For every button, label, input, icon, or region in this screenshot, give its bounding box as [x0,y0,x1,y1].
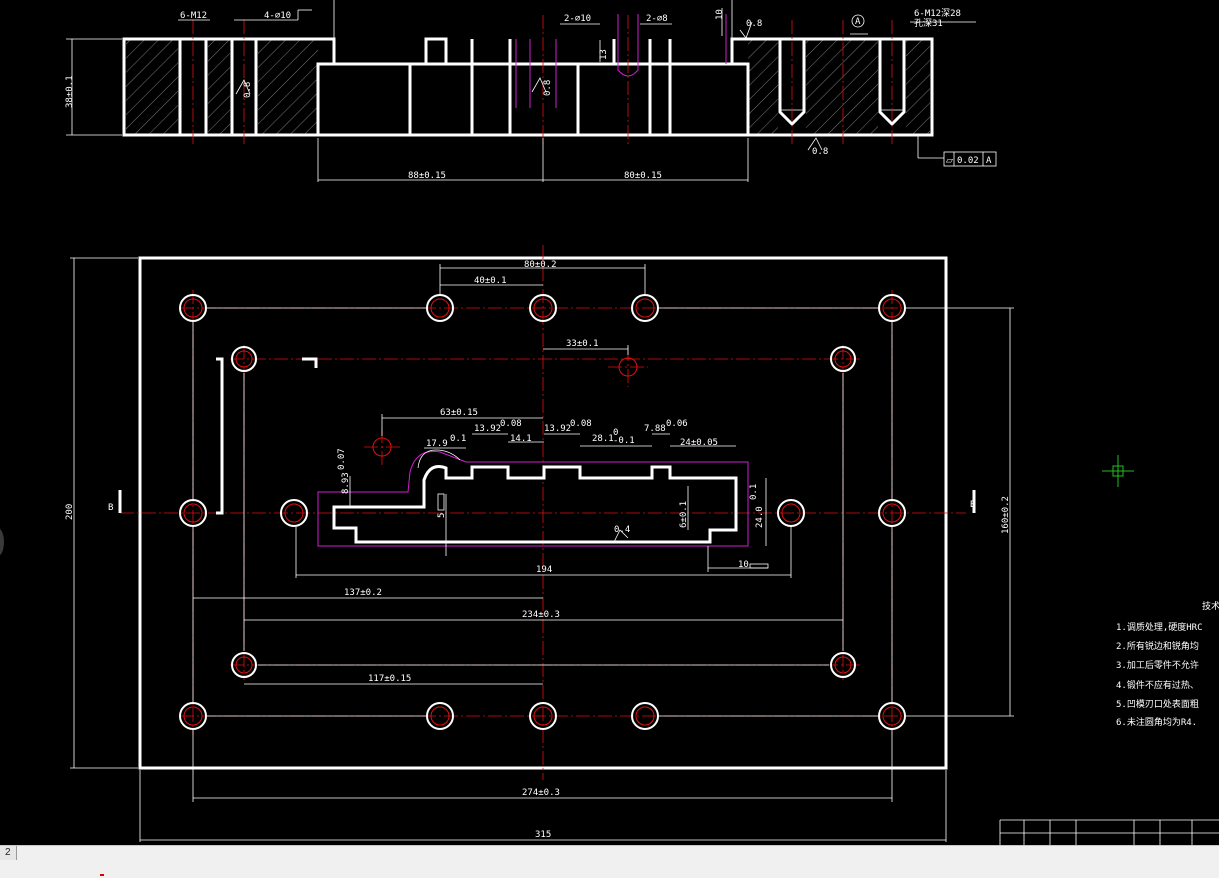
plan-view: 80±0.2 40±0.1 33±0.1 63±0.15 17.9 0.1 13… [65,245,1014,842]
dim-text: 24.0 [755,506,765,528]
hatch-region [806,39,878,135]
note-item: 2.所有锐边和锐角均 [1116,640,1199,652]
construction-line [515,39,557,108]
notes-title: 技术 [1202,600,1219,612]
note-item: 1.调质处理,硬度HRC [1116,621,1203,633]
dim-text: 13.92 [544,424,571,434]
dim-tol: -0.1 [613,436,635,446]
dim-text: 17.9 [426,439,448,449]
plan-centerlines [120,245,966,780]
dim-text: 88±0.15 [408,171,446,181]
note-text: 孔深31 [914,18,943,29]
note-text: 6-M12深28 [914,8,961,19]
dim-text: 28.1 [592,434,614,444]
dim-text: 10 [715,9,725,20]
roughness-text: 0.8 [746,19,762,29]
hatch-region [126,39,178,135]
dim-text: 2-⌀10 [564,14,591,24]
dim-tol: 0.07 [337,448,347,470]
note-item: 4.锻件不应有过热、 [1116,679,1199,691]
dim-text: 40±0.1 [474,276,507,286]
hole-grid [179,294,906,730]
dim-text: 5 [437,513,447,518]
hatch-region [748,39,778,135]
cavity-outline [316,62,750,135]
dim-text: 80±0.2 [524,260,557,270]
dim-tol: 0.1 [450,434,466,444]
dim-text: 160±0.2 [1001,496,1011,534]
technical-notes: 技术 1.调质处理,硬度HRC 2.所有锐边和锐角均 3.加工后零件不允许 4.… [1116,600,1219,728]
dim-text: 33±0.1 [566,339,599,349]
hatch-region [258,39,318,135]
status-indicator [100,874,104,876]
dim-text: 194 [536,565,552,575]
note-item: 6.未注圆角均为R4. [1116,716,1197,728]
dim-text: 274±0.3 [522,788,560,798]
dim-text: 63±0.15 [440,408,478,418]
svg-text:A: A [986,156,992,166]
dim-text: 7.88 [644,424,666,434]
dim-text: 2-⌀8 [646,14,668,24]
section-label: B [970,500,975,510]
dim-text: 315 [535,830,551,840]
dim-text: 38±0.1 [65,75,75,108]
roughness-text: 0.4 [614,525,630,535]
svg-text:0.02: 0.02 [957,156,979,166]
flatness-frame: ⏥ 0.02 A [943,151,997,167]
cad-drawing-canvas[interactable]: 6-M12 4-⌀10 2-⌀10 2-⌀8 10 13 0.8 0.8 0.8… [0,0,1219,845]
hatch-region [906,39,930,135]
section-mark [118,490,976,513]
dim-text: 10 [738,560,749,570]
section-mark [302,357,318,368]
dim-text: 137±0.2 [344,588,382,598]
roughness-text: 0.8 [812,147,828,157]
section-mark [216,357,224,515]
dim-text: 117±0.15 [368,674,411,684]
cavity-offset-line [317,450,749,547]
die-cavity-outline [332,465,738,544]
section-label: B [108,503,113,513]
bolt-hole [280,499,308,527]
roughness-text: 0.8 [543,80,553,96]
dim-tol: 0.08 [570,419,592,429]
dim-text: 13.92 [474,424,501,434]
dim-text: 80±0.15 [624,171,662,181]
roughness-text: 0.8 [243,82,253,98]
dim-tol: 0.06 [666,419,688,429]
dim-tol: 0.08 [500,419,522,429]
dim-text: 13 [599,49,609,60]
dim-text: 6±0.1 [679,501,689,528]
dim-text: 234±0.3 [522,610,560,620]
title-block [999,819,1219,845]
plan-dimension-lines [70,257,1014,842]
dim-tol: 0.1 [749,484,759,500]
svg-text:⏥: ⏥ [946,156,953,166]
crosshair-cursor-icon [1102,455,1134,487]
datum-text: A [855,17,861,27]
dim-text: 4-⌀10 [264,11,291,21]
section-view: 6-M12 4-⌀10 2-⌀10 2-⌀8 10 13 0.8 0.8 0.8… [65,0,997,182]
hole-pattern-lines [192,307,893,717]
hatch-region [208,39,230,135]
dim-text: 24±0.05 [680,438,718,448]
note-item: 5.凹模刃口处表面粗 [1116,698,1199,710]
dim-text: 200 [65,504,75,520]
dim-text: 8.93 [341,472,351,494]
layout-tab[interactable]: 2 [0,846,17,860]
dim-text: 14.1 [510,434,532,444]
dim-text: 6-M12 [180,11,207,21]
note-item: 3.加工后零件不允许 [1116,659,1199,671]
status-bar: 2 [0,845,1219,878]
